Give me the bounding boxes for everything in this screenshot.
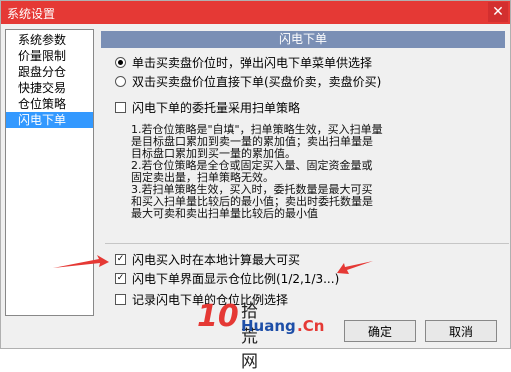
radio-double-click-direct[interactable]: 双击买卖盘价位直接下单(买盘价卖，卖盘价买) [115, 74, 381, 90]
watermark-brand-text: Huang [241, 317, 296, 335]
window-title: 系统设置 [7, 7, 56, 21]
cancel-button[interactable]: 取消 [425, 320, 497, 342]
checkbox-show-ratio-label: 闪电下单界面显示仓位比例(1/2,1/3...) [132, 272, 340, 286]
sidebar-item-system-params[interactable]: 系统参数 [6, 32, 93, 48]
checkbox-local-calc-label: 闪电买入时在本地计算最大可买 [132, 253, 301, 267]
settings-window: 系统设置 ✕ 系统参数 价量限制 跟盘分仓 快捷交易 仓位策略 闪电下单 闪电下… [0, 0, 511, 372]
checkbox-show-position-ratio[interactable]: ✓ 闪电下单界面显示仓位比例(1/2,1/3...) [115, 271, 339, 287]
ok-button[interactable]: 确定 [344, 320, 416, 342]
watermark-logo-number: 10 [197, 299, 239, 334]
checkbox-local-calc-box[interactable]: ✓ [115, 254, 126, 265]
radio-indicator-unchecked[interactable] [115, 76, 126, 87]
sidebar-item-flash-order[interactable]: 闪电下单 [6, 112, 93, 128]
description-line: 最大可卖和卖出扫单量比较后的最小值 [131, 207, 318, 220]
brand-watermark: 10 拾荒网 Huang .Cn [197, 299, 324, 372]
checkbox-local-calc-max-buy[interactable]: ✓ 闪电买入时在本地计算最大可买 [115, 252, 300, 268]
flash-order-panel: 闪电下单 单击买卖盘价位时，弹出闪电下单菜单供选择 双击买卖盘价位直接下单(买盘… [101, 27, 509, 317]
sidebar-item-price-volume-limit[interactable]: 价量限制 [6, 48, 93, 64]
radio-double-click-label: 双击买卖盘价位直接下单(买盘价卖，卖盘价买) [132, 75, 382, 89]
checkbox-show-ratio-box[interactable]: ✓ [115, 273, 126, 284]
close-button[interactable]: ✕ [488, 2, 508, 22]
radio-indicator-checked[interactable] [115, 57, 126, 68]
red-arrow-left-icon [53, 255, 109, 268]
checkbox-scan-strategy[interactable]: 闪电下单的委托量采用扫单策略 [115, 100, 300, 116]
title-bar: 系统设置 ✕ [1, 1, 510, 24]
strategy-description: 1.若仓位策略是"自填"，扫单策略生效，买入扫单量 是目标盘口累加到卖一量的累加… [131, 124, 431, 220]
checkbox-scan-box[interactable] [115, 102, 126, 113]
sidebar-item-quick-trade[interactable]: 快捷交易 [6, 80, 93, 96]
checkbox-record-box[interactable] [115, 294, 126, 305]
separator [105, 243, 509, 244]
radio-single-click-menu[interactable]: 单击买卖盘价位时，弹出闪电下单菜单供选择 [115, 55, 372, 71]
watermark-brand-domain: .Cn [297, 317, 325, 335]
radio-single-click-label: 单击买卖盘价位时，弹出闪电下单菜单供选择 [132, 56, 373, 70]
red-arrow-right-icon [337, 261, 373, 274]
sidebar-item-position-strategy[interactable]: 仓位策略 [6, 96, 93, 112]
sidebar-item-follow-split[interactable]: 跟盘分仓 [6, 64, 93, 80]
checkbox-scan-label: 闪电下单的委托量采用扫单策略 [132, 101, 301, 115]
panel-header: 闪电下单 [101, 31, 505, 48]
